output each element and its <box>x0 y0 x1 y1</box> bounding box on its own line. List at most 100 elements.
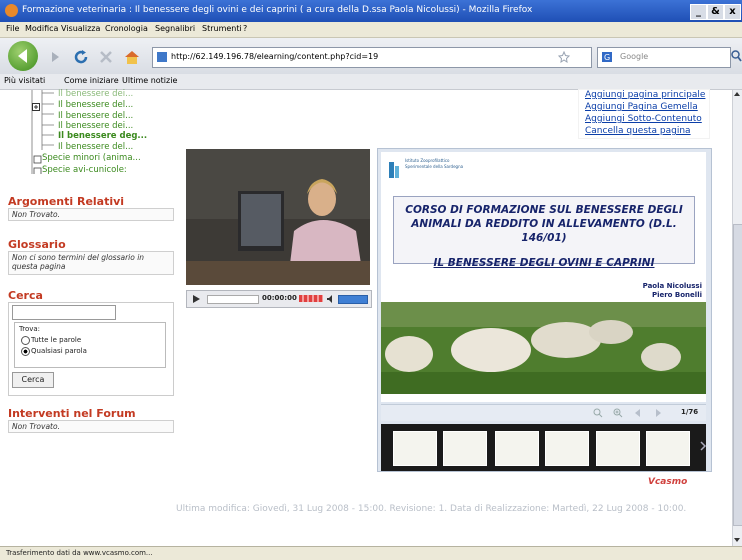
stop-icon <box>100 51 112 63</box>
slide-thumbnail[interactable] <box>646 431 690 466</box>
search-options-group: Trova: Tutte le parole Qualsiasi parola <box>14 322 166 368</box>
slide-thumbnail[interactable] <box>443 431 487 466</box>
url-bar[interactable]: http://62.149.196.78/elearning/content.p… <box>152 47 592 68</box>
slide-title: CORSO DI FORMAZIONE SUL BENESSERE DEGLI … <box>405 204 683 244</box>
slide: Istituto Zooprofilattico Sperimentale de… <box>381 152 706 402</box>
volume-slider[interactable] <box>338 295 368 304</box>
search-title: Cerca <box>8 289 43 302</box>
tree-item[interactable]: Il benessere del... <box>58 142 133 152</box>
back-button[interactable] <box>8 41 38 71</box>
video-player[interactable] <box>186 149 370 285</box>
reload-icon <box>74 50 88 64</box>
url-text: http://62.149.196.78/elearning/content.p… <box>171 52 379 61</box>
tree-item[interactable]: Il benessere del... <box>58 111 133 121</box>
search-placeholder: Google <box>620 52 649 61</box>
tree-item[interactable]: Il benessere del... <box>58 100 133 110</box>
bookmark-label: Ultime notizie <box>122 76 178 85</box>
vcasmo-brand: Vcasmo <box>648 477 688 487</box>
radio-all-words-label: Tutte le parole <box>31 336 82 344</box>
status-bar: Trasferimento dati da www.vcasmo.com... <box>0 546 742 560</box>
add-main-page-link[interactable]: Aggiungi pagina principale <box>585 90 705 100</box>
slide-title-box: CORSO DI FORMAZIONE SUL BENESSERE DEGLI … <box>393 196 695 269</box>
menu-visualizza[interactable]: Visualizza <box>61 24 100 33</box>
menu-file[interactable]: File <box>6 24 19 33</box>
radio-any-word[interactable] <box>21 347 30 356</box>
forward-button[interactable] <box>46 48 64 66</box>
glossary-box: Non ci sono termini del glossario in que… <box>8 251 174 275</box>
sheep-photo <box>381 302 706 394</box>
home-icon <box>125 51 139 64</box>
add-sibling-page-link[interactable]: Aggiungi Pagina Gemella <box>585 102 698 112</box>
search-options-label: Trova: <box>19 325 41 333</box>
scrollbar-thumb[interactable] <box>733 224 742 526</box>
slide-thumbnail[interactable] <box>596 431 640 466</box>
delete-page-link[interactable]: Cancella questa pagina <box>585 126 691 136</box>
radio-any-word-label: Qualsiasi parola <box>31 347 87 355</box>
minimize-button[interactable]: _ <box>690 4 707 20</box>
slide-subtitle: IL BENESSERE DEGLI OVINI E CAPRINI <box>433 257 655 269</box>
related-topics-text: Non Trovato. <box>12 210 60 219</box>
back-arrow-icon <box>18 49 27 63</box>
forward-arrow-icon <box>52 52 59 62</box>
menu-modifica[interactable]: Modifica <box>25 24 58 33</box>
firefox-icon <box>5 4 18 17</box>
google-icon: G <box>602 52 612 62</box>
radio-all-words[interactable] <box>21 336 30 345</box>
volume-icon[interactable] <box>326 294 336 304</box>
tree-item[interactable]: Il benessere dei... <box>58 89 133 99</box>
page-footer: Ultima modifica: Giovedì, 31 Lug 2008 - … <box>176 504 687 514</box>
title-bar: Formazione veterinaria : Il benessere de… <box>0 0 742 22</box>
bookmark-getting-started[interactable]: Come iniziare <box>64 76 119 85</box>
forum-box: Non Trovato. <box>8 420 174 433</box>
slide-thumbnail[interactable] <box>545 431 589 466</box>
forum-text: Non Trovato. <box>12 422 60 431</box>
slide-counter: 1/76 <box>681 408 699 416</box>
status-text: Trasferimento dati da www.vcasmo.com... <box>6 549 153 557</box>
bookmark-label: Più visitati <box>4 76 46 85</box>
related-topics-box: Non Trovato. <box>8 208 174 221</box>
sidebar-search-input[interactable] <box>12 305 116 320</box>
add-subcontent-link[interactable]: Aggiungi Sotto-Contenuto <box>585 114 702 124</box>
search-submit-button[interactable]: Cerca <box>12 372 54 388</box>
bookmark-star-icon[interactable] <box>558 51 570 63</box>
slide-thumbnail[interactable] <box>495 431 539 466</box>
glossary-title: Glossario <box>8 238 66 251</box>
level-meter <box>299 295 323 302</box>
menu-cronologia[interactable]: Cronologia <box>105 24 148 33</box>
search-bar[interactable]: G Google <box>597 47 731 68</box>
site-icon <box>157 52 167 62</box>
next-slide-icon[interactable] <box>653 408 663 418</box>
scroll-down-icon[interactable] <box>733 536 741 544</box>
slide-author-1: Paola Nicolussi <box>642 282 702 290</box>
expand-icon[interactable] <box>32 103 41 112</box>
bookmark-latest-news[interactable]: Ultime notizie <box>122 76 177 85</box>
home-button[interactable] <box>123 48 141 66</box>
reload-button[interactable] <box>72 48 90 66</box>
video-controls: 00:00:00 <box>186 290 372 308</box>
glossary-text: Non ci sono termini del glossario in que… <box>12 253 145 271</box>
tree-item[interactable]: Il benessere dei... <box>58 121 133 131</box>
zoom-in-icon[interactable] <box>613 408 623 418</box>
menu-segnalibri[interactable]: Segnalibri <box>155 24 195 33</box>
zoom-out-icon[interactable] <box>593 408 603 418</box>
menu-help[interactable]: ? <box>243 24 247 33</box>
maximize-button[interactable]: & <box>707 4 724 20</box>
search-icon[interactable] <box>731 50 742 63</box>
menu-strumenti[interactable]: Strumenti <box>202 24 242 33</box>
video-progress-bar[interactable] <box>207 295 259 304</box>
slide-thumbnail[interactable] <box>393 431 437 466</box>
related-topics-title: Argomenti Relativi <box>8 195 125 208</box>
stop-button[interactable] <box>97 48 115 66</box>
slide-author-2: Piero Bonelli <box>651 291 702 299</box>
bookmark-label: Come iniziare <box>64 76 119 85</box>
previous-slide-icon[interactable] <box>633 408 643 418</box>
thumbnails-next-icon[interactable] <box>699 440 707 452</box>
tree-item-current[interactable]: Il benessere deg... <box>58 131 147 141</box>
bookmark-most-visited[interactable]: Più visitati <box>4 76 45 85</box>
forum-title: Interventi nel Forum <box>8 407 136 420</box>
slide-toolbar: 1/76 <box>381 404 706 421</box>
scroll-up-icon[interactable] <box>733 90 741 98</box>
play-icon[interactable] <box>191 294 201 304</box>
close-button[interactable]: x <box>724 4 741 20</box>
institute-logo <box>389 162 399 178</box>
